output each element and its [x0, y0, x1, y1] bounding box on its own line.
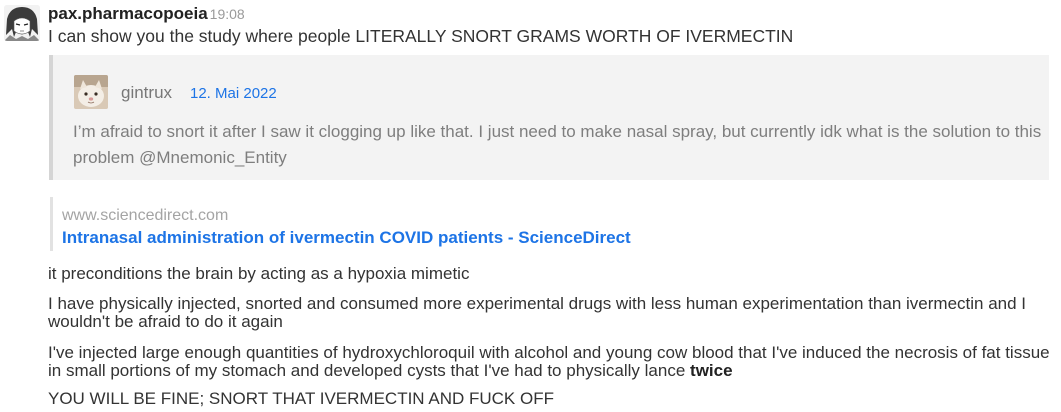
timestamp[interactable]: 19:08 [210, 6, 245, 22]
quote-text: I’m afraid to snort it after I saw it cl… [73, 122, 1042, 167]
username[interactable]: pax.pharmacopoeia [48, 4, 208, 23]
quoted-message[interactable]: gintrux 12. Mai 2022 I’m afraid to snort… [49, 55, 1049, 180]
user-avatar[interactable] [4, 5, 40, 41]
link-preview-bar [50, 197, 53, 251]
message-header: pax.pharmacopoeia 19:08 [48, 4, 245, 26]
quote-avatar[interactable] [74, 75, 108, 109]
message-text: I can show you the study where people LI… [48, 26, 794, 46]
manga-character-avatar-icon [4, 5, 40, 41]
quote-date-link[interactable]: 12. Mai 2022 [190, 85, 277, 102]
link-preview-title[interactable]: Intranasal administration of ivermectin … [62, 228, 631, 248]
message-text-part: I've injected large enough quantities of… [48, 343, 1050, 380]
message-text: I have physically injected, snorted and … [48, 294, 1027, 331]
bold-text: twice [690, 361, 733, 380]
link-preview-domain: www.sciencedirect.com [62, 207, 229, 224]
message-text: it preconditions the brain by acting as … [48, 264, 470, 283]
quote-username[interactable]: gintrux [121, 83, 172, 103]
cat-avatar-icon [74, 75, 108, 109]
message-text: YOU WILL BE FINE; SNORT THAT IVERMECTIN … [48, 389, 554, 408]
message-text: I've injected large enough quantities of… [48, 344, 1053, 380]
